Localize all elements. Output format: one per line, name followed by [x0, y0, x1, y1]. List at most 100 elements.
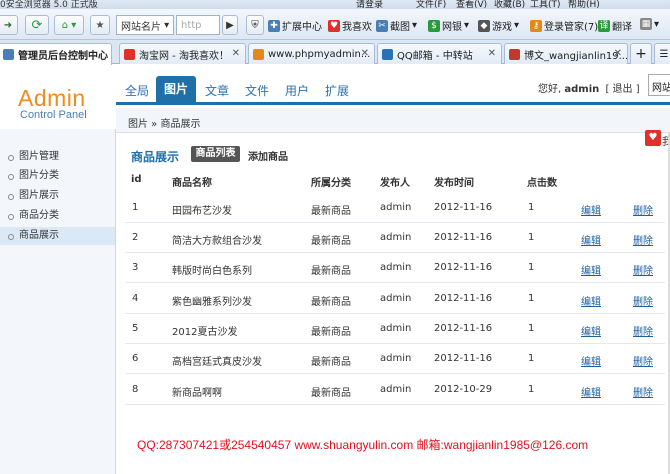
tab-label: 管理员后台控制中心 [18, 51, 108, 62]
sidebar-item-image-display[interactable]: 图片展示 [0, 187, 115, 205]
toolbar-more-button[interactable]: ▦ ▾ [640, 18, 659, 30]
menu-tools[interactable]: 工具(T) [530, 0, 561, 9]
col-header-name: 商品名称 [172, 178, 212, 189]
col-header-category: 所属分类 [311, 178, 351, 189]
site-card-button[interactable]: 网站名片 ▾ [116, 15, 174, 35]
edit-link[interactable]: 编辑 [581, 293, 601, 308]
menu-login[interactable]: 请登录 [356, 0, 383, 9]
delete-link[interactable]: 删除 [633, 384, 653, 399]
delete-link[interactable]: 删除 [633, 202, 653, 217]
games-link[interactable]: ◆ 游戏 ▾ [478, 18, 519, 33]
qq-mail-favicon-icon [382, 48, 393, 60]
user-name: admin [564, 84, 600, 95]
star-icon: ★ [95, 19, 105, 31]
tab-list-button[interactable]: ☰ [654, 43, 670, 64]
cell-category: 最新商品 [311, 297, 351, 308]
nav-articles[interactable]: 文章 [205, 82, 229, 99]
key-icon: ⚷ [530, 19, 542, 32]
delete-link[interactable]: 删除 [633, 262, 653, 277]
screenshot-link[interactable]: ✂ 截图 ▾ [376, 18, 417, 33]
menu-favorites[interactable]: 收藏(B) [494, 0, 525, 9]
grid-icon: ▦ [640, 18, 652, 30]
edit-link[interactable]: 编辑 [581, 353, 601, 368]
tab-taobao[interactable]: 淘宝网 - 淘我喜欢！ ✕ [119, 43, 246, 64]
cell-time: 2012-11-16 [434, 353, 493, 364]
translate-label: 翻译 [612, 22, 632, 33]
home-icon: ⌂ ▾ [61, 19, 77, 31]
close-icon[interactable]: ✕ [614, 48, 622, 59]
tab-label: 博文_wangjianlin19... [524, 50, 628, 62]
address-input[interactable]: http [176, 15, 220, 35]
i-like-link[interactable]: ♥ 我喜欢 [328, 18, 372, 33]
window-titlebar: 0安全浏览器 5.0 正式版 请登录 文件(F) 查看(V) 收藏(B) 工具(… [0, 0, 670, 9]
sidebar-item-image-manage[interactable]: 图片管理 [0, 148, 115, 166]
home-button[interactable]: ⌂ ▾ [54, 15, 84, 35]
delete-link[interactable]: 删除 [633, 323, 653, 338]
new-tab-button[interactable]: + [630, 43, 652, 64]
extension-center-link[interactable]: ✚ 扩展中心 [268, 18, 322, 33]
security-button[interactable]: ⛨ [246, 15, 264, 35]
delete-link[interactable]: 删除 [633, 353, 653, 368]
cell-clicks: 1 [528, 323, 535, 334]
heart-icon[interactable]: ♥ [645, 130, 661, 146]
list-icon: ☰ [659, 48, 669, 60]
refresh-button[interactable]: ⟳ [25, 15, 49, 35]
close-icon[interactable]: ✕ [361, 48, 369, 59]
add-product-button[interactable]: 添加商品 [248, 148, 288, 163]
edit-link[interactable]: 编辑 [581, 232, 601, 247]
cell-category: 最新商品 [311, 206, 351, 217]
address-value: http [181, 19, 202, 31]
close-icon[interactable]: ✕ [232, 48, 240, 59]
edit-link[interactable]: 编辑 [581, 323, 601, 338]
chevron-down-icon: ▾ [412, 20, 418, 31]
login-manager-link[interactable]: ⚷ 登录管家(7) [530, 18, 598, 33]
edit-link[interactable]: 编辑 [581, 384, 601, 399]
site-search-input[interactable]: 网站 [648, 74, 670, 96]
menu-help[interactable]: 帮助(H) [568, 0, 600, 9]
delete-link[interactable]: 删除 [633, 232, 653, 247]
nav-images[interactable]: 图片 [156, 76, 196, 102]
online-bank-link[interactable]: $ 网银 ▾ [428, 18, 469, 33]
tab-admin-panel[interactable]: 管理员后台控制中心 [0, 43, 112, 65]
edit-link[interactable]: 编辑 [581, 202, 601, 217]
cell-publisher: admin [380, 262, 412, 273]
cell-clicks: 1 [528, 293, 535, 304]
nav-files[interactable]: 文件 [245, 82, 269, 99]
cell-id: 2 [132, 232, 139, 243]
menu-view[interactable]: 查看(V) [456, 0, 487, 9]
cell-clicks: 1 [528, 353, 535, 364]
tab-blog[interactable]: 博文_wangjianlin19... ✕ [504, 43, 628, 64]
col-header-publisher: 发布人 [380, 178, 410, 189]
games-label: 游戏 [492, 22, 512, 33]
forward-button[interactable]: ➜ [0, 15, 18, 35]
screenshot-label: 截图 [390, 22, 410, 33]
cell-category: 最新商品 [311, 357, 351, 368]
logout-link[interactable]: [ 退出 ] [605, 84, 639, 95]
edit-link[interactable]: 编辑 [581, 262, 601, 277]
tab-phpmyadmin[interactable]: www.phpmyadmin... ✕ [248, 43, 375, 64]
play-icon: ▶ [226, 19, 234, 31]
cell-name: 高档宫廷式真皮沙发 [172, 357, 262, 368]
taobao-favicon-icon [124, 48, 135, 60]
translate-link[interactable]: 译翻译 [598, 18, 632, 33]
arrow-right-icon: ➜ [3, 19, 13, 31]
sidebar-item-product-category[interactable]: 商品分类 [0, 207, 115, 225]
delete-link[interactable]: 删除 [633, 293, 653, 308]
sidebar-item-image-category[interactable]: 图片分类 [0, 167, 115, 185]
gamepad-icon: ◆ [478, 19, 490, 32]
nav-users[interactable]: 用户 [285, 82, 309, 99]
chevron-down-icon: ▾ [654, 18, 660, 30]
cell-name: 2012夏古沙发 [172, 327, 238, 338]
cell-time: 2012-11-16 [434, 262, 493, 273]
menu-file[interactable]: 文件(F) [416, 0, 446, 9]
product-list-button[interactable]: 商品列表 [191, 146, 240, 162]
nav-global[interactable]: 全局 [125, 82, 149, 99]
contact-footer: QQ:287307421或254540457 www.shuangyulin.c… [137, 438, 589, 452]
sidebar-item-product-display[interactable]: 商品展示 [0, 227, 115, 245]
nav-extensions[interactable]: 扩展 [325, 82, 349, 99]
tab-qq-mail[interactable]: QQ邮箱 - 中转站 ✕ [377, 43, 502, 64]
favorite-star-button[interactable]: ★ [90, 15, 110, 35]
close-icon[interactable]: ✕ [488, 48, 496, 59]
go-button[interactable]: ▶ [222, 15, 238, 35]
refresh-icon: ⟳ [31, 17, 43, 33]
